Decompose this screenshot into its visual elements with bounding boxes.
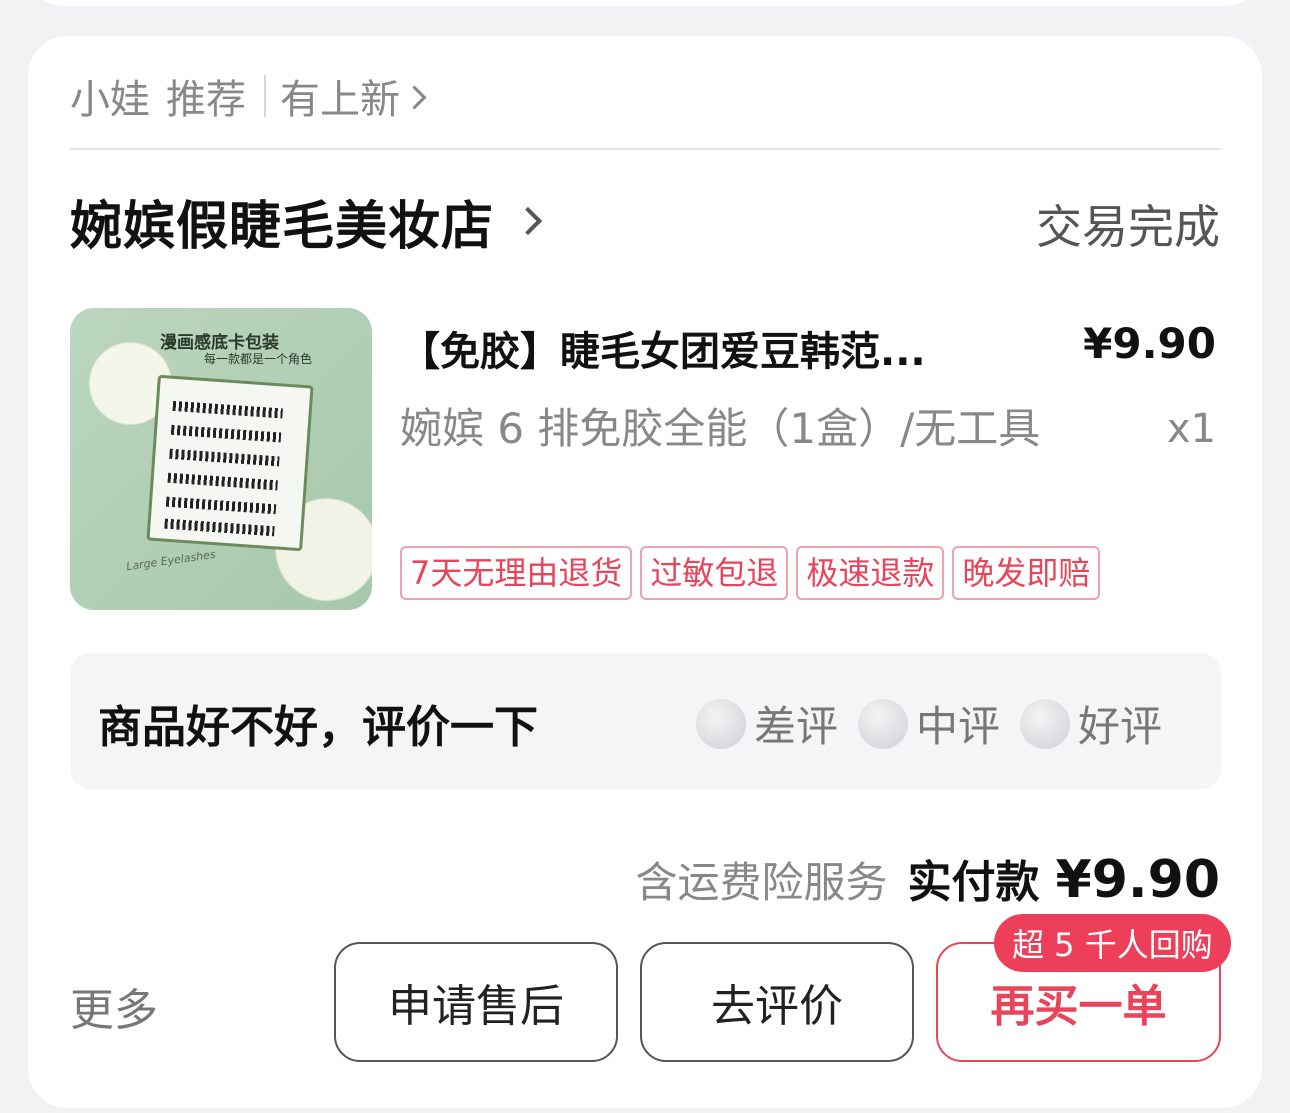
- lash-row: [167, 472, 278, 491]
- rate-good-button[interactable]: 好评: [1020, 693, 1162, 754]
- product-image[interactable]: 漫画感底卡包装 每一款都是一个角色 Large Eyelashes: [70, 308, 372, 610]
- review-question: 商品好不好，评价一下: [98, 702, 538, 753]
- lash-row: [172, 400, 283, 419]
- rebuy-badge: 超 5 千人回购: [994, 914, 1231, 972]
- lash-row: [169, 448, 280, 467]
- product-spec: 婉嫔 6 排免胶全能（1盒）/无工具: [400, 404, 1041, 453]
- review-button[interactable]: 去评价: [640, 942, 914, 1062]
- product-title[interactable]: 【免胶】睫毛女团爱豆韩范...: [400, 319, 926, 377]
- happy-face-icon: [1020, 698, 1070, 749]
- product-quantity: x1: [1166, 406, 1216, 452]
- lash-row: [165, 496, 277, 515]
- recommend-label-name: 小娃: [70, 77, 150, 123]
- rate-bad-button[interactable]: 差评: [696, 693, 838, 754]
- neutral-face-icon: [858, 698, 908, 749]
- shop-link[interactable]: 婉嫔假睫毛美妆店: [70, 184, 543, 259]
- recommend-label-type: 推荐: [166, 77, 246, 123]
- divider-vertical: [264, 75, 266, 117]
- rate-neutral-button[interactable]: 中评: [858, 693, 1000, 754]
- service-tag: 晚发即赔: [952, 546, 1101, 600]
- rate-label: 差评: [754, 702, 839, 751]
- image-brand-text: Large Eyelashes: [125, 547, 217, 574]
- service-tag: 7天无理由退货: [400, 546, 633, 600]
- rate-label: 中评: [916, 702, 1001, 751]
- image-subcaption: 每一款都是一个角色: [204, 352, 313, 366]
- after-sale-button[interactable]: 申请售后: [334, 942, 618, 1062]
- shop-name[interactable]: 婉嫔假睫毛美妆店: [70, 184, 494, 259]
- review-prompt: 商品好不好，评价一下 差评 中评 好评: [70, 653, 1221, 789]
- paid-amount: ¥9.90: [1055, 850, 1220, 910]
- order-status: 交易完成: [1036, 200, 1220, 254]
- service-tag: 过敏包退: [640, 546, 789, 600]
- previous-card-edge: [28, 0, 1262, 6]
- service-tag: 极速退款: [796, 546, 945, 600]
- lash-row: [164, 518, 275, 537]
- recommend-row[interactable]: 小娃 推荐 有上新: [70, 66, 427, 126]
- paid-label: 实付款: [907, 857, 1040, 908]
- divider: [70, 148, 1221, 150]
- sad-face-icon: [696, 698, 746, 749]
- shipping-insurance-note: 含运费险服务: [635, 858, 888, 907]
- chevron-right-icon: [402, 84, 427, 110]
- order-card: 小娃 推荐 有上新 婉嫔假睫毛美妆店 交易完成 漫画感底卡包装 每一款都是一个角…: [28, 36, 1262, 1108]
- recommend-link[interactable]: 有上新: [280, 67, 400, 125]
- lash-row: [170, 424, 282, 443]
- product-price: ¥9.90: [1083, 319, 1216, 368]
- rate-label: 好评: [1078, 702, 1163, 751]
- payment-summary: 含运费险服务 实付款 ¥9.90: [636, 846, 1221, 910]
- service-tags: 7天无理由退货 过敏包退 极速退款 晚发即赔: [400, 546, 1101, 600]
- chevron-right-icon: [513, 206, 543, 236]
- eyelash-tray: [146, 374, 314, 552]
- more-button[interactable]: 更多: [70, 974, 158, 1038]
